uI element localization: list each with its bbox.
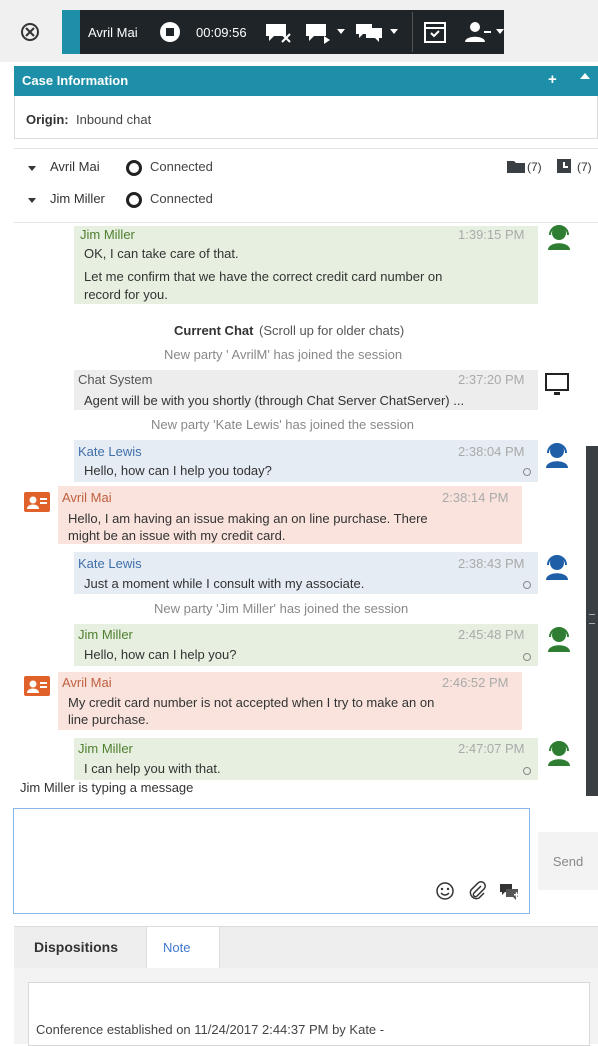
- participant-status: Connected: [150, 191, 213, 206]
- message-sender: Kate Lewis: [78, 444, 142, 459]
- message-time: 2:38:14 PM: [442, 490, 509, 505]
- agent-green-icon: [548, 627, 570, 652]
- customer-icon: [24, 492, 50, 512]
- origin-value: Inbound chat: [76, 112, 152, 127]
- participant-expand-caret[interactable]: [28, 198, 36, 203]
- end-chat-icon[interactable]: [158, 20, 182, 44]
- message-text: My credit card number is not accepted wh…: [68, 695, 435, 710]
- typing-indicator: Jim Miller is typing a message: [20, 780, 194, 795]
- schedule-callback-icon[interactable]: [422, 20, 448, 44]
- tab-note[interactable]: Note: [163, 940, 190, 955]
- toolbar-separator: [412, 12, 413, 52]
- party-action-caret[interactable]: [496, 29, 504, 34]
- participant-name: Avril Mai: [50, 159, 100, 174]
- read-receipt-icon: [523, 581, 531, 589]
- message-time: 2:38:04 PM: [458, 444, 525, 459]
- add-case-data-icon[interactable]: +: [548, 71, 557, 88]
- message-sender: Jim Miller: [78, 627, 133, 642]
- connected-status-icon: [126, 160, 142, 176]
- agent-green-icon: [548, 741, 570, 766]
- message-text: Let me confirm that we have the correct …: [84, 269, 443, 284]
- agent-blue-icon: [546, 443, 568, 468]
- monitor-icon: [545, 373, 569, 395]
- message-text: Hello, how can I help you?: [84, 647, 237, 662]
- message-sender: Kate Lewis: [78, 556, 142, 571]
- send-button[interactable]: Send: [538, 832, 598, 890]
- message-text: line purchase.: [68, 712, 149, 727]
- participant-status: Connected: [150, 159, 213, 174]
- agent-blue-icon: [546, 555, 568, 580]
- chat-timer: 00:09:56: [196, 25, 247, 40]
- system-message: New party ' AvrilM' has joined the sessi…: [164, 347, 403, 362]
- history-count: (7): [577, 160, 592, 174]
- message-sender: Avril Mai: [62, 675, 112, 690]
- current-chat-label: Current Chat: [174, 323, 254, 338]
- collapse-icon[interactable]: [580, 73, 590, 79]
- message-sender: Jim Miller: [80, 227, 135, 242]
- message-text: Just a moment while I consult with my as…: [84, 576, 365, 591]
- transfer-menu-caret[interactable]: [337, 29, 345, 34]
- message-text: OK, I can take care of that.: [84, 246, 239, 261]
- standard-response-icon[interactable]: [498, 880, 520, 902]
- active-interaction-marker: [62, 10, 80, 54]
- attachment-icon[interactable]: [466, 880, 488, 902]
- participant-expand-caret[interactable]: [28, 166, 36, 171]
- message-text: might be an issue with my credit card.: [68, 528, 286, 543]
- party-action-icon[interactable]: [462, 20, 492, 44]
- contact-name: Avril Mai: [88, 25, 138, 40]
- connected-status-icon: [126, 192, 142, 208]
- tab-dispositions[interactable]: Dispositions: [34, 939, 118, 955]
- note-text: Conference established on 11/24/2017 2:4…: [36, 1022, 385, 1037]
- scrollbar-grip[interactable]: [589, 614, 595, 624]
- message-text: I can help you with that.: [84, 761, 221, 776]
- message-time: 2:38:43 PM: [458, 556, 525, 571]
- folder-count: (7): [527, 160, 542, 174]
- close-interaction-icon[interactable]: [20, 22, 40, 42]
- customer-icon: [24, 676, 50, 696]
- agent-green-icon: [548, 225, 570, 250]
- message-sender: Avril Mai: [62, 490, 112, 505]
- folder-icon[interactable]: [506, 158, 526, 174]
- message-time: 2:37:20 PM: [458, 372, 525, 387]
- message-sender: Chat System: [78, 372, 153, 387]
- consult-menu-caret[interactable]: [390, 29, 398, 34]
- current-chat-hint: (Scroll up for older chats): [259, 323, 405, 338]
- end-chat-bubble-icon[interactable]: [264, 20, 292, 44]
- consult-chat-icon[interactable]: [354, 20, 384, 44]
- message-sender: Jim Miller: [78, 741, 133, 756]
- read-receipt-icon: [523, 468, 531, 476]
- origin-label: Origin:: [26, 112, 69, 127]
- read-receipt-icon: [523, 767, 531, 775]
- system-message: New party 'Kate Lewis' has joined the se…: [151, 417, 414, 432]
- case-information-title: Case Information: [22, 73, 129, 88]
- message-text: Agent will be with you shortly (through …: [84, 393, 465, 408]
- message-time: 2:47:07 PM: [458, 741, 525, 756]
- message-time: 2:45:48 PM: [458, 627, 525, 642]
- transfer-chat-icon[interactable]: [304, 20, 334, 44]
- message-time: 2:46:52 PM: [442, 675, 509, 690]
- message-time: 1:39:15 PM: [458, 227, 525, 242]
- smiley-icon[interactable]: [434, 880, 456, 902]
- message-text: Hello, I am having an issue making an on…: [68, 511, 428, 526]
- message-text: record for you.: [84, 287, 168, 302]
- message-text: Hello, how can I help you today?: [84, 463, 272, 478]
- read-receipt-icon: [523, 653, 531, 661]
- system-message: New party 'Jim Miller' has joined the se…: [154, 601, 409, 616]
- participant-name: Jim Miller: [50, 191, 105, 206]
- history-icon[interactable]: [556, 158, 572, 174]
